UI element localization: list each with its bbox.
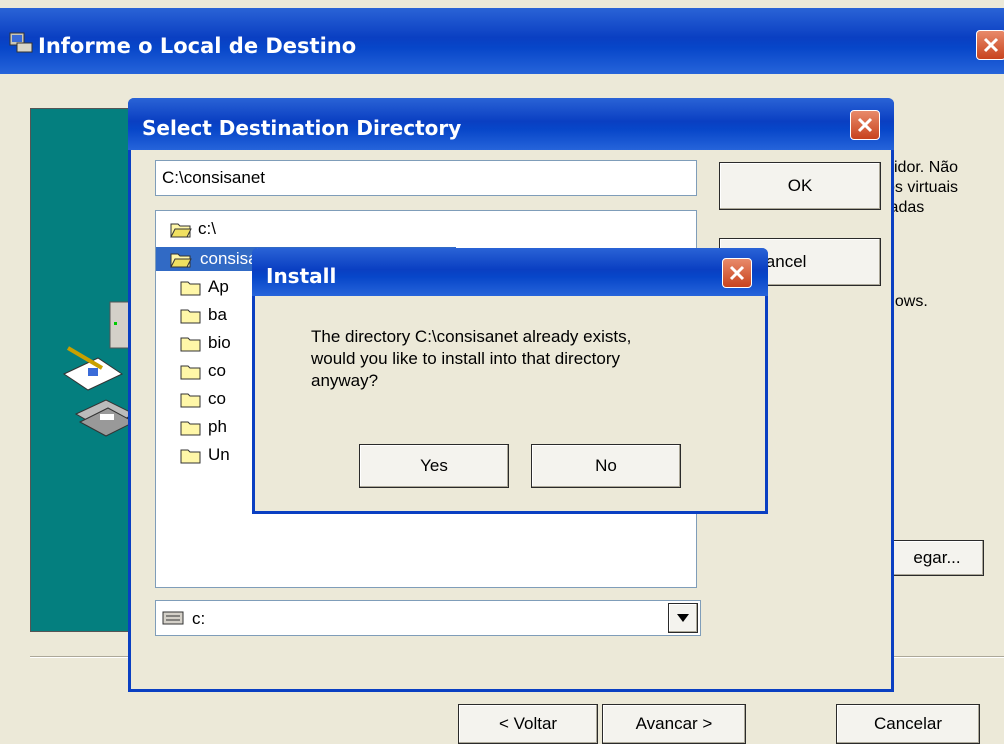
tree-item[interactable]: bio	[180, 331, 231, 355]
tree-item[interactable]: ph	[180, 415, 227, 439]
document-pencil-icon	[58, 344, 128, 392]
tree-item[interactable]: co	[180, 387, 226, 411]
next-button[interactable]: Avancar >	[602, 704, 746, 744]
folder-icon	[180, 393, 201, 407]
ok-button[interactable]: OK	[719, 162, 881, 210]
drive-select[interactable]: c:	[155, 600, 701, 636]
main-close-button[interactable]	[976, 30, 1004, 60]
drive-value: c:	[192, 609, 206, 628]
select-dialog-title: Select Destination Directory	[142, 116, 462, 140]
back-button[interactable]: < Voltar	[458, 704, 598, 744]
install-dialog-title-bar[interactable]: Install	[252, 248, 768, 296]
cancel-wizard-button[interactable]: Cancelar	[836, 704, 980, 744]
tree-item-root[interactable]: c:\	[170, 217, 216, 241]
directory-path-input[interactable]	[155, 160, 697, 196]
folder-icon	[180, 309, 201, 323]
tree-item[interactable]: co	[180, 359, 226, 383]
yes-button[interactable]: Yes	[359, 444, 509, 488]
chevron-down-icon	[677, 614, 689, 622]
setup-icon	[8, 30, 34, 54]
install-dialog: Install The directory C:\consisanet alre…	[252, 248, 768, 514]
folder-icon	[180, 281, 201, 295]
drive-dropdown-button[interactable]	[668, 603, 698, 633]
close-icon	[983, 37, 999, 53]
select-dialog-title-bar[interactable]: Select Destination Directory	[128, 98, 894, 150]
main-title-bar[interactable]: Informe o Local de Destino	[0, 8, 1004, 74]
install-dialog-title: Install	[266, 264, 337, 288]
close-icon	[857, 117, 873, 133]
open-folder-icon	[170, 223, 192, 237]
open-folder-icon	[170, 253, 192, 267]
close-icon	[729, 265, 745, 281]
install-dialog-close-button[interactable]	[722, 258, 752, 288]
folder-icon	[180, 449, 201, 463]
select-dialog-close-button[interactable]	[850, 110, 880, 140]
tree-item[interactable]: Un	[180, 443, 230, 467]
browse-button[interactable]: egar...	[880, 540, 984, 576]
description-text: vidor. Não os virtuais iadas dows.	[886, 159, 959, 310]
install-message: The directory C:\consisanet already exis…	[311, 327, 632, 390]
folder-icon	[180, 421, 201, 435]
no-button[interactable]: No	[531, 444, 681, 488]
folder-icon	[180, 337, 201, 351]
main-window-title: Informe o Local de Destino	[38, 34, 357, 58]
drive-icon	[162, 611, 184, 625]
tree-item[interactable]: ba	[180, 303, 227, 327]
tree-item[interactable]: Ap	[180, 275, 229, 299]
folder-icon	[180, 365, 201, 379]
